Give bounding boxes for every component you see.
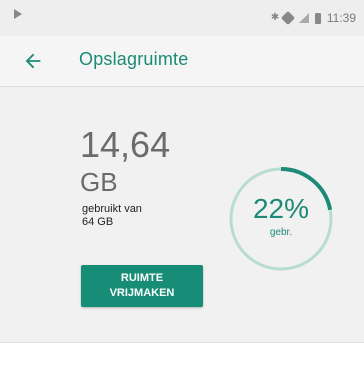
used-unit: GB — [80, 167, 118, 197]
total-storage: 64 GB — [82, 216, 114, 228]
free-space-button[interactable]: RUIMTE VRIJMAKEN — [81, 265, 203, 307]
free-button-line1: RUIMTE — [120, 272, 164, 284]
storage-list-card — [0, 342, 364, 368]
arrow-back-icon[interactable] — [22, 50, 44, 72]
page-title: Opslagruimte — [79, 49, 189, 69]
used-amount: 14,64 — [80, 124, 171, 165]
status-bar: ✱ 11:39 — [0, 0, 364, 36]
bluetooth-icon: ✱ — [270, 12, 280, 23]
used-of-text: gebruikt van 64 GB — [82, 203, 192, 229]
used-of-label: gebruikt van — [82, 203, 142, 215]
battery-icon — [314, 12, 321, 24]
toolbar: Opslagruimte — [0, 36, 364, 87]
usage-percent: 22% — [252, 193, 310, 224]
free-button-line2: VRIJMAKEN — [109, 287, 175, 299]
storage-summary: 14,64 GB gebruikt van 64 GB RUIMTE VRIJM… — [0, 87, 364, 342]
status-icons: ✱ 11:39 — [271, 10, 356, 26]
status-time: 11:39 — [326, 11, 356, 25]
signal-icon — [298, 13, 309, 23]
usage-percent-label: gebr. — [269, 227, 293, 238]
play-icon — [14, 9, 22, 19]
heart-icon — [280, 10, 295, 26]
